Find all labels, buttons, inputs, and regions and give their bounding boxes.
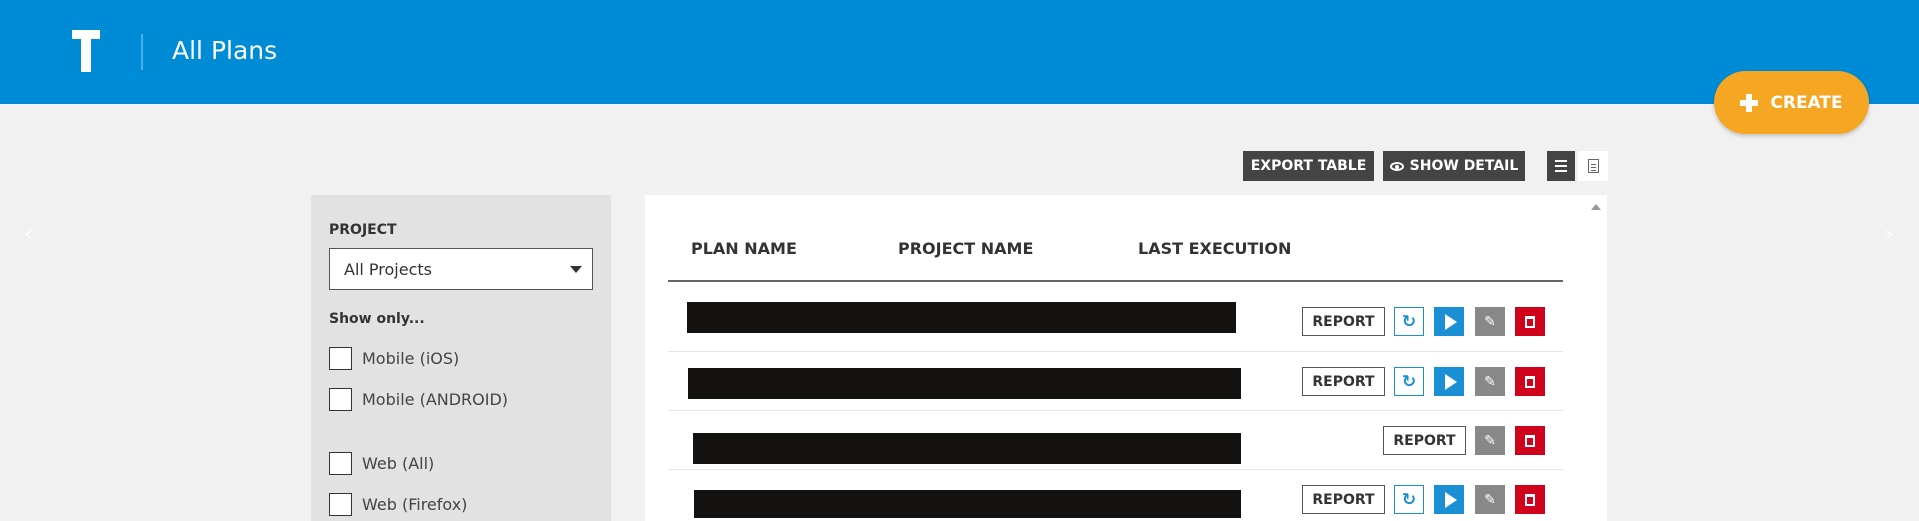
- trash-icon: [1525, 434, 1535, 447]
- document-icon: [1587, 159, 1599, 173]
- edit-button[interactable]: ✎: [1475, 426, 1505, 455]
- header-rule: [668, 280, 1563, 282]
- run-button[interactable]: [1434, 367, 1464, 396]
- redacted-plan-info: [688, 368, 1241, 399]
- play-icon: [1444, 491, 1457, 508]
- report-label: REPORT: [1312, 491, 1375, 508]
- checkbox[interactable]: [329, 493, 352, 516]
- play-icon: [1444, 373, 1457, 390]
- filter-option-label: Web (All): [362, 454, 435, 473]
- checkbox[interactable]: [329, 388, 352, 411]
- plus-icon: [1740, 93, 1759, 112]
- project-filter-label: PROJECT: [329, 222, 397, 238]
- delete-button[interactable]: [1515, 426, 1545, 455]
- delete-button[interactable]: [1515, 485, 1545, 514]
- chevron-right-icon[interactable]: ›: [1885, 222, 1894, 247]
- trash-icon: [1525, 375, 1535, 388]
- redacted-plan-info: [687, 302, 1236, 333]
- column-header-project-name[interactable]: PROJECT NAME: [898, 239, 1033, 258]
- page-title: All Plans: [172, 36, 278, 65]
- filter-option-mobile-ios[interactable]: Mobile (iOS): [329, 347, 459, 370]
- report-button[interactable]: REPORT: [1302, 367, 1385, 396]
- trash-icon: [1525, 315, 1535, 328]
- edit-button[interactable]: ✎: [1475, 307, 1505, 336]
- run-button[interactable]: [1434, 485, 1464, 514]
- edit-button[interactable]: ✎: [1475, 367, 1505, 396]
- pencil-icon: ✎: [1484, 432, 1496, 449]
- redacted-plan-info: [693, 433, 1241, 464]
- pencil-icon: ✎: [1484, 491, 1496, 508]
- column-header-plan-name[interactable]: PLAN NAME: [691, 239, 797, 258]
- report-button[interactable]: REPORT: [1383, 426, 1466, 455]
- show-only-label: Show only...: [329, 311, 425, 327]
- row-separator: [668, 410, 1563, 411]
- filter-option-web-firefox[interactable]: Web (Firefox): [329, 493, 467, 516]
- report-label: REPORT: [1312, 313, 1375, 330]
- run-button[interactable]: [1434, 307, 1464, 336]
- report-label: REPORT: [1393, 432, 1456, 449]
- filter-option-label: Mobile (iOS): [362, 349, 460, 368]
- project-select-value: All Projects: [344, 259, 432, 279]
- project-select[interactable]: All Projects: [329, 248, 593, 290]
- scroll-up-icon[interactable]: [1591, 204, 1601, 210]
- create-button[interactable]: CREATE: [1714, 71, 1869, 134]
- list-view-toggle[interactable]: [1547, 151, 1575, 181]
- filter-option-mobile-android[interactable]: Mobile (ANDROID): [329, 388, 508, 411]
- filter-option-web-all[interactable]: Web (All): [329, 452, 434, 475]
- export-table-label: EXPORT TABLE: [1250, 158, 1367, 174]
- report-button[interactable]: REPORT: [1302, 485, 1385, 514]
- refresh-button[interactable]: ↻: [1394, 367, 1424, 396]
- play-icon: [1444, 313, 1457, 330]
- create-label: CREATE: [1770, 92, 1843, 113]
- refresh-icon: ↻: [1401, 371, 1417, 392]
- list-icon: [1555, 160, 1567, 162]
- chevron-left-icon[interactable]: ‹: [24, 222, 33, 247]
- show-detail-label: SHOW DETAIL: [1409, 158, 1519, 174]
- app-header: All Plans: [0, 0, 1919, 104]
- report-button[interactable]: REPORT: [1302, 307, 1385, 336]
- show-detail-button[interactable]: SHOW DETAIL: [1383, 151, 1525, 181]
- refresh-icon: ↻: [1401, 489, 1417, 510]
- column-header-last-execution[interactable]: LAST EXECUTION: [1138, 239, 1291, 258]
- app-logo[interactable]: [72, 30, 100, 72]
- refresh-icon: ↻: [1401, 311, 1417, 332]
- redacted-plan-info: [694, 490, 1241, 518]
- checkbox[interactable]: [329, 347, 352, 370]
- document-view-toggle[interactable]: [1578, 151, 1608, 181]
- delete-button[interactable]: [1515, 367, 1545, 396]
- delete-button[interactable]: [1515, 307, 1545, 336]
- row-separator: [668, 469, 1563, 470]
- edit-button[interactable]: ✎: [1475, 485, 1505, 514]
- filter-option-label: Mobile (ANDROID): [362, 390, 509, 409]
- refresh-button[interactable]: ↻: [1394, 485, 1424, 514]
- pencil-icon: ✎: [1484, 313, 1496, 330]
- refresh-button[interactable]: ↻: [1394, 307, 1424, 336]
- trash-icon: [1525, 493, 1535, 506]
- header-divider: [141, 34, 143, 70]
- filter-option-label: Web (Firefox): [362, 495, 468, 514]
- caret-down-icon: [570, 266, 582, 273]
- report-label: REPORT: [1312, 373, 1375, 390]
- export-table-button[interactable]: EXPORT TABLE: [1243, 151, 1374, 181]
- row-separator: [668, 351, 1563, 352]
- pencil-icon: ✎: [1484, 373, 1496, 390]
- eye-icon: [1389, 161, 1404, 171]
- checkbox[interactable]: [329, 452, 352, 475]
